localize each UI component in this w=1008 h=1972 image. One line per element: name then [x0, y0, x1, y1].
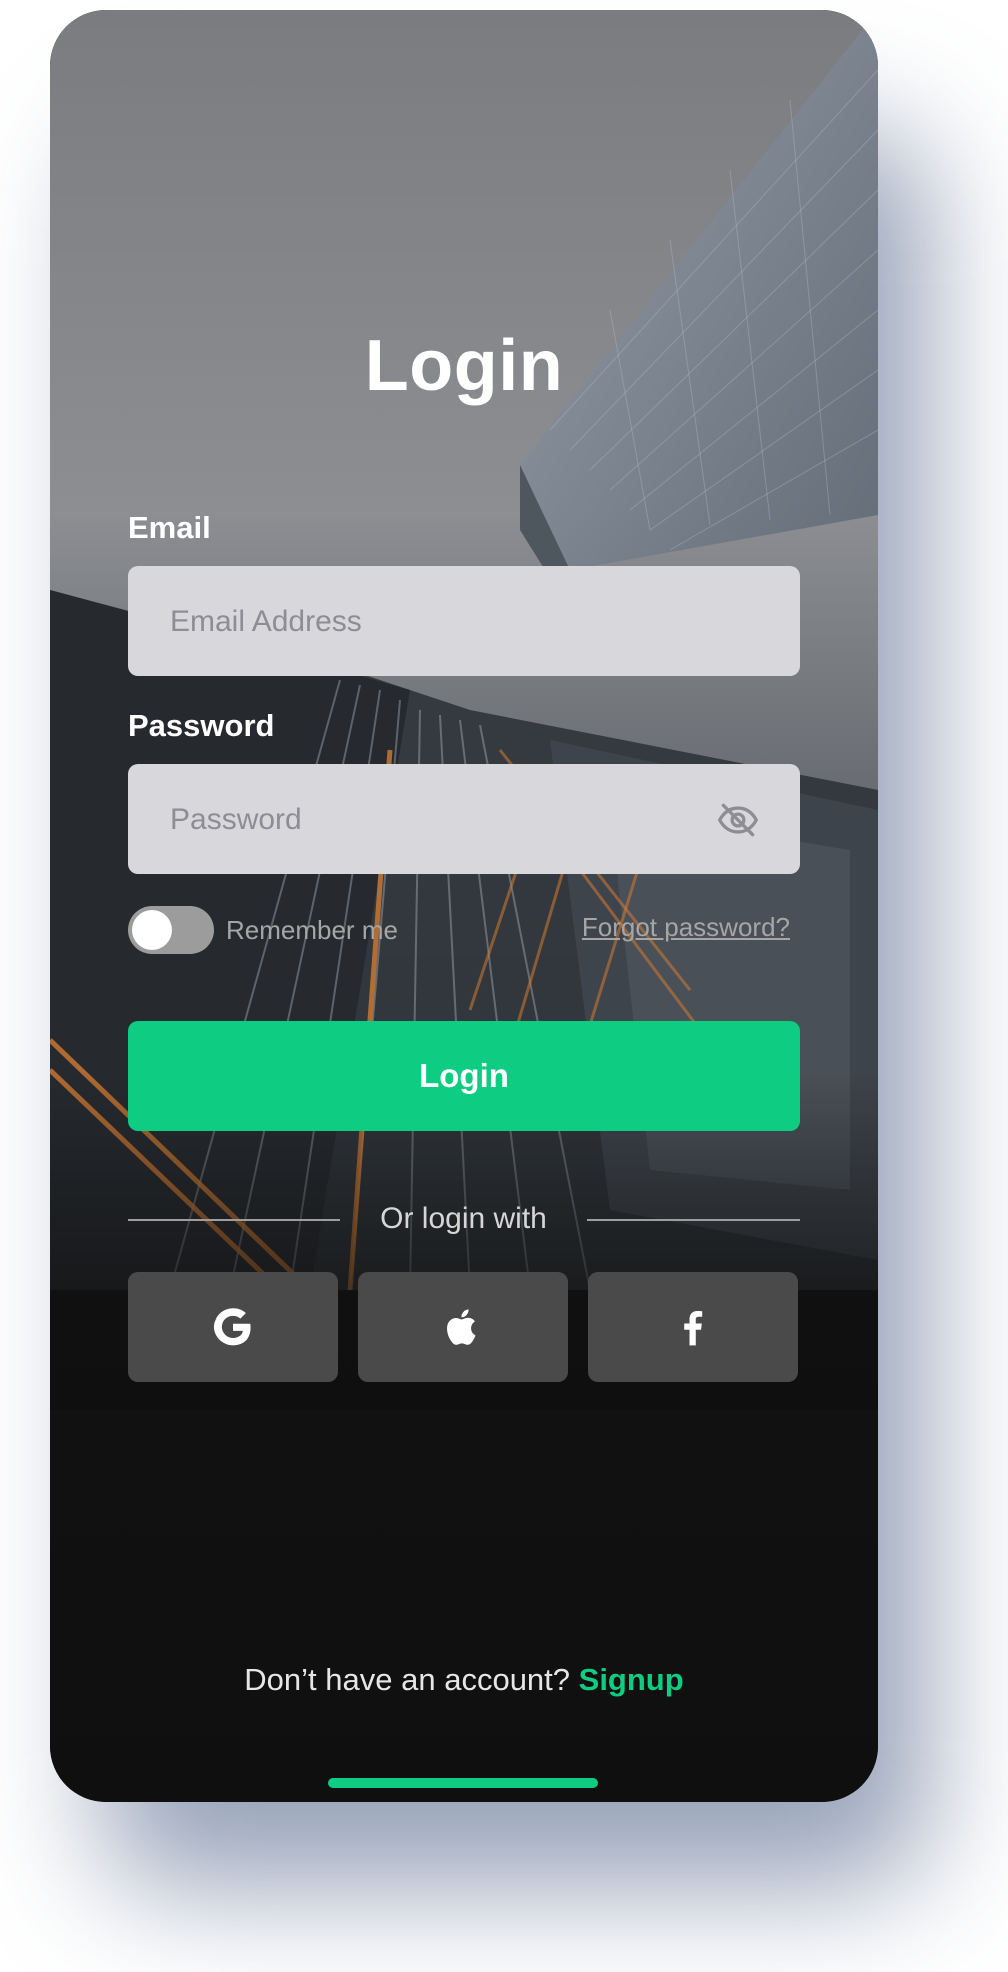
toggle-knob [132, 910, 172, 950]
facebook-icon [684, 1311, 703, 1346]
facebook-login-button[interactable] [588, 1272, 798, 1382]
google-icon [213, 1308, 251, 1346]
email-input[interactable] [168, 566, 732, 678]
remember-me-label: Remember me [226, 915, 398, 945]
signup-link[interactable]: Signup [579, 1662, 684, 1697]
divider-left [128, 1219, 340, 1221]
signup-prompt: Don’t have an account? [244, 1662, 579, 1697]
divider-right [587, 1219, 800, 1221]
password-label: Password [128, 708, 275, 743]
page-title: Login [364, 326, 564, 406]
login-button[interactable]: Login [128, 1021, 800, 1131]
eye-off-icon[interactable] [716, 798, 760, 842]
apple-login-button[interactable] [358, 1272, 568, 1382]
email-field-container [128, 566, 800, 678]
divider-text: Or login with [380, 1202, 547, 1235]
remember-me-toggle[interactable] [128, 906, 214, 954]
password-field-container [128, 764, 800, 876]
login-screen: Login Email Password Remember me Forgot … [50, 10, 878, 1802]
forgot-password-link[interactable]: Forgot password? [582, 912, 790, 943]
apple-icon [447, 1309, 476, 1345]
email-label: Email [128, 510, 211, 545]
password-input[interactable] [168, 764, 732, 876]
home-indicator [328, 1778, 598, 1788]
signup-row: Don’t have an account? Signup [50, 1662, 878, 1698]
google-login-button[interactable] [128, 1272, 338, 1382]
